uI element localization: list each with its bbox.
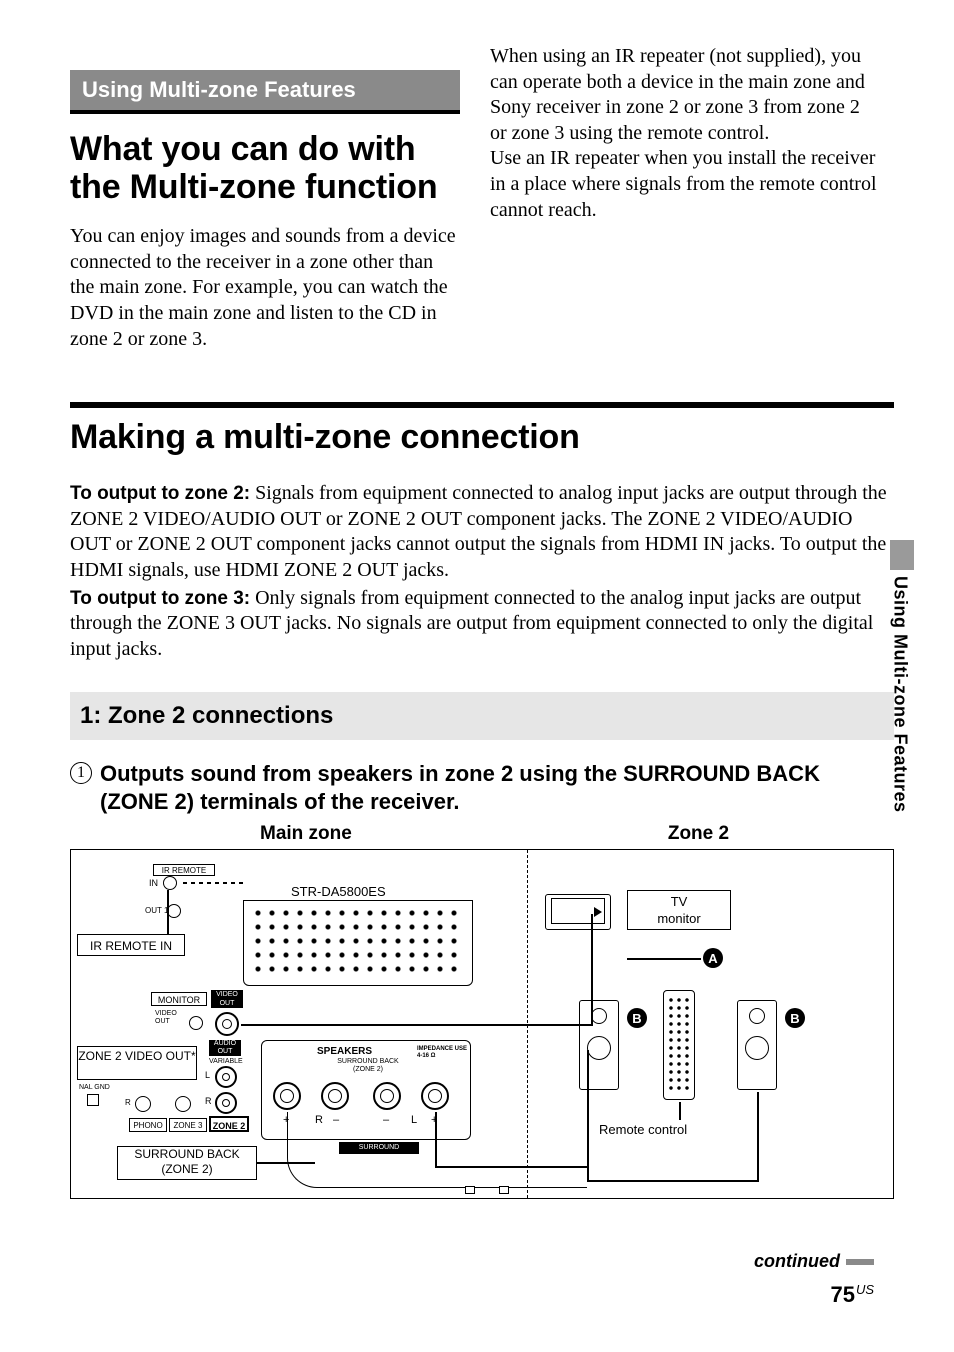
intro-paragraph-a: You can enjoy images and sounds from a d… <box>70 224 460 352</box>
tv-monitor-box: TV monitor <box>627 890 731 930</box>
page: Using Multi-zone Features Using Multi-zo… <box>0 0 954 1352</box>
ir-jack-icon <box>163 876 177 890</box>
step-number-circle: 1 <box>70 762 92 784</box>
step-1-text: Outputs sound from speakers in zone 2 us… <box>100 760 894 815</box>
cable-to-right <box>587 1180 757 1182</box>
model-label: STR-DA5800ES <box>291 884 386 899</box>
cable-bundle <box>287 1112 587 1188</box>
zone-labels-row: Main zone Zone 2 <box>70 823 894 845</box>
section-label-block: Using Multi-zone Features <box>70 70 460 114</box>
remote-control-label: Remote control <box>599 1122 687 1137</box>
sb-l1: SURROUND BACK <box>118 1147 256 1162</box>
badge-a: A <box>703 948 723 968</box>
zone2-lead-bold: To output to zone 2: <box>70 483 250 504</box>
side-tab-label: Using Multi-zone Features <box>886 576 914 826</box>
speakers-title: SPEAKERS <box>317 1046 372 1057</box>
video-out-tiny: VIDEO OUT <box>155 1010 191 1026</box>
sb-l2: (ZONE 2) <box>118 1162 256 1177</box>
out1-label: OUT 1 <box>145 906 168 915</box>
heading-making-connection: Making a multi-zone connection <box>70 418 894 457</box>
phono-box: PHONO <box>129 1118 167 1132</box>
heading-what-you-can-do: What you can do with the Multi-zone func… <box>70 130 460 206</box>
r-label: R <box>205 1096 212 1106</box>
tv-l1: TV <box>628 893 730 910</box>
thick-rule <box>70 402 894 408</box>
tv-screen <box>551 898 605 924</box>
cable-right-up <box>757 1092 759 1182</box>
two-column-intro: Using Multi-zone Features What you can d… <box>70 44 894 352</box>
jack-grid <box>251 906 461 980</box>
video-cable <box>241 1024 591 1026</box>
sb-zone2-small: SURROUND BACK (ZONE 2) <box>333 1058 403 1074</box>
cable-down <box>435 1112 437 1166</box>
zone3-paragraph: To output to zone 3: Only signals from e… <box>70 586 894 663</box>
section-label: Using Multi-zone Features <box>70 70 460 110</box>
continued-label: continued <box>754 1251 874 1272</box>
intro-paragraph-b: When using an IR repeater (not supplied)… <box>490 44 880 223</box>
video-out-pill: VIDEO OUT <box>211 990 243 1008</box>
r2-label: R <box>125 1098 131 1107</box>
zone2-paragraph: To output to zone 2: Signals from equipm… <box>70 481 894 583</box>
ir-remote-in-callout: IR REMOTE IN <box>77 934 185 956</box>
zone3-box: ZONE 3 <box>169 1118 207 1132</box>
subhead-zone2-connections: 1: Zone 2 connections <box>70 692 894 740</box>
zone3-lead-bold: To output to zone 3: <box>70 588 250 609</box>
connection-diagram: STR-DA5800ES IR REMOTE IN OUT 1 IR REMOT… <box>70 849 894 1199</box>
section-rule <box>70 110 460 114</box>
page-num: 75 <box>830 1282 854 1307</box>
label-main-zone: Main zone <box>260 823 352 845</box>
badge-b-left: B <box>627 1008 647 1028</box>
cable-cross <box>435 1166 587 1168</box>
l-label: L <box>205 1070 210 1080</box>
zone2-box: ZONE 2 <box>209 1116 249 1132</box>
ir-remote-box: IR REMOTE <box>153 864 215 876</box>
step-1-heading: 1 Outputs sound from speakers in zone 2 … <box>70 760 894 815</box>
side-tab-marker <box>890 540 914 570</box>
variable-label: VARIABLE <box>209 1058 243 1065</box>
audio-out-pill: AUDIO OUT <box>209 1040 241 1056</box>
page-number: 75US <box>830 1282 874 1308</box>
plug2 <box>499 1186 509 1194</box>
badge-b-right: B <box>785 1008 805 1028</box>
surround-back-callout: SURROUND BACK (ZONE 2) <box>117 1146 257 1180</box>
left-column: Using Multi-zone Features What you can d… <box>70 44 460 352</box>
label-zone-2: Zone 2 <box>668 823 729 845</box>
out1-jack-icon <box>167 904 181 918</box>
zone2-video-out-callout: ZONE 2 VIDEO OUT* <box>77 1046 197 1080</box>
in-label: IN <box>149 878 158 888</box>
page-region: US <box>856 1282 874 1297</box>
impedance-label: IMPEDANCE USE 4-16 Ω <box>417 1046 467 1060</box>
plug1 <box>465 1186 475 1194</box>
a-line <box>627 958 701 960</box>
nal-gnd: NAL GND <box>79 1084 110 1091</box>
gnd-post <box>87 1094 99 1106</box>
remote-line <box>679 1102 681 1120</box>
ir-callout-line <box>167 890 169 934</box>
ir-cable-icon <box>183 878 243 888</box>
tv-l2: monitor <box>628 910 730 927</box>
monitor-label-box: MONITOR <box>151 992 207 1006</box>
remote-btn-grid <box>667 996 691 1092</box>
right-column: When using an IR repeater (not supplied)… <box>490 44 880 352</box>
